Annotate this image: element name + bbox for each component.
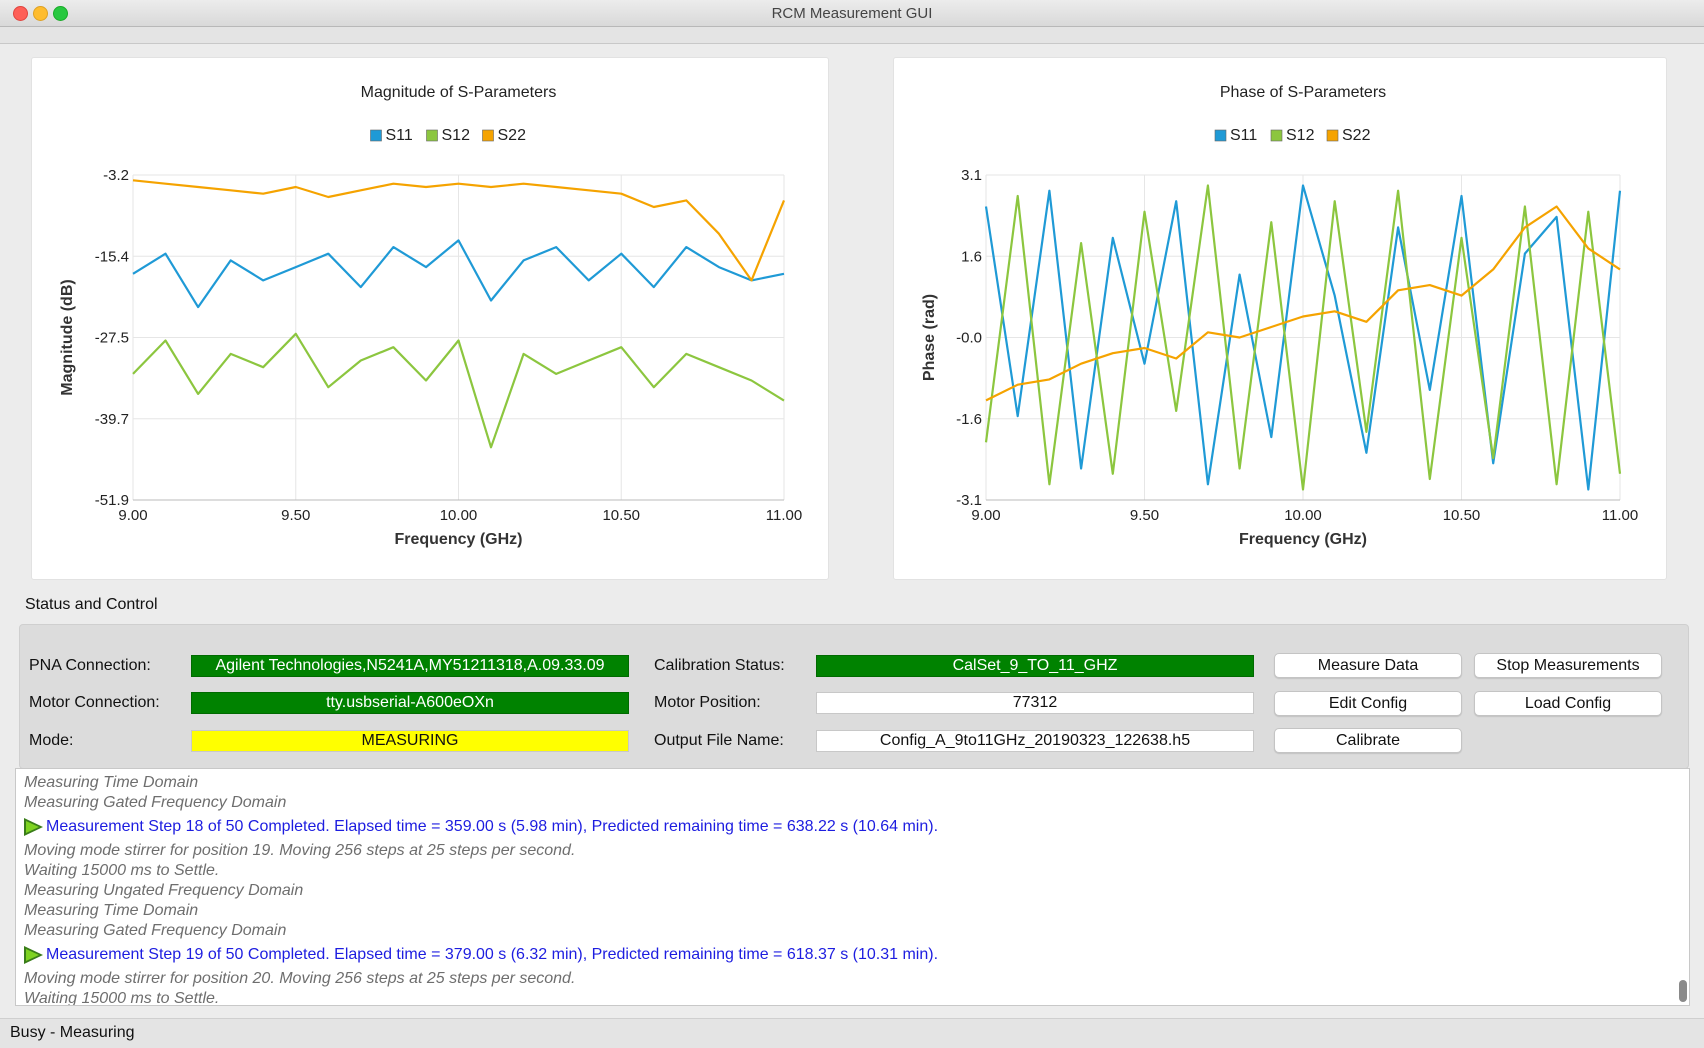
y-tick-label: -0.0 bbox=[956, 330, 982, 347]
motor-position-value: 77312 bbox=[816, 692, 1254, 714]
legend-swatch-s22 bbox=[482, 129, 494, 142]
x-axis-label: Frequency (GHz) bbox=[394, 531, 522, 548]
load-config-button[interactable]: Load Config bbox=[1474, 691, 1662, 716]
y-tick-label: -3.2 bbox=[103, 167, 129, 184]
log-info-line: Measuring Time Domain bbox=[24, 902, 199, 919]
y-tick-label: -39.7 bbox=[95, 411, 129, 428]
legend-label-s11: S11 bbox=[386, 127, 413, 144]
step-complete-icon bbox=[24, 946, 43, 964]
output-file-label: Output File Name: bbox=[654, 732, 784, 749]
log-info-line: Waiting 15000 ms to Settle. bbox=[24, 990, 220, 1006]
magnitude-chart-panel: Magnitude of S-Parameters S11 S12 S22 -3.2 -1… bbox=[31, 57, 829, 580]
motor-connection-label: Motor Connection: bbox=[29, 694, 160, 711]
status-control-panel: PNA Connection: Agilent Technologies,N52… bbox=[19, 624, 1689, 769]
log-output[interactable]: Measuring Time Domain Measuring Gated Fre… bbox=[15, 768, 1690, 1006]
log-info-line: Measuring Gated Frequency Domain bbox=[24, 922, 287, 939]
stop-measurements-button[interactable]: Stop Measurements bbox=[1474, 653, 1662, 678]
status-bar: Busy - Measuring bbox=[0, 1018, 1704, 1048]
log-info-line: Measuring Ungated Frequency Domain bbox=[24, 882, 304, 899]
title-bar: RCM Measurement GUI bbox=[0, 0, 1704, 27]
x-tick-label: 11.00 bbox=[766, 507, 802, 524]
log-scrollbar-thumb[interactable] bbox=[1679, 980, 1687, 1002]
phase-chart-panel: Phase of S-Parameters S11 S12 S22 3.1 1.6 -0.0… bbox=[893, 57, 1667, 580]
y-tick-label: 3.1 bbox=[961, 167, 982, 184]
calibrate-button[interactable]: Calibrate bbox=[1274, 728, 1462, 753]
calibration-status-value: CalSet_9_TO_11_GHZ bbox=[816, 655, 1254, 677]
x-tick-label: 9.50 bbox=[281, 507, 310, 524]
x-axis-label: Frequency (GHz) bbox=[1239, 531, 1367, 548]
motor-connection-value: tty.usbserial-A600eOXn bbox=[191, 692, 629, 714]
legend-swatch-s12 bbox=[426, 129, 438, 142]
legend-swatch-s11 bbox=[1214, 129, 1227, 142]
x-tick-label: 9.50 bbox=[1130, 507, 1159, 524]
legend-label-s22: S22 bbox=[498, 127, 527, 144]
mode-label: Mode: bbox=[29, 732, 74, 749]
log-info-line: Waiting 15000 ms to Settle. bbox=[24, 862, 220, 879]
y-axis-label: Magnitude (dB) bbox=[59, 279, 76, 395]
log-info-line: Measuring Time Domain bbox=[24, 774, 199, 791]
step-complete-icon bbox=[24, 818, 43, 836]
legend-label-s22: S22 bbox=[1342, 127, 1371, 144]
edit-config-button[interactable]: Edit Config bbox=[1274, 691, 1462, 716]
y-tick-label: 1.6 bbox=[961, 248, 982, 265]
legend-swatch-s12 bbox=[1270, 129, 1283, 142]
chart-title: Magnitude of S-Parameters bbox=[361, 84, 557, 101]
x-tick-label: 10.00 bbox=[1284, 507, 1322, 524]
log-info-line: Measuring Gated Frequency Domain bbox=[24, 794, 287, 811]
chart-title: Phase of S-Parameters bbox=[1220, 84, 1386, 101]
log-step-line: Measurement Step 19 of 50 Completed. Ela… bbox=[46, 946, 939, 963]
status-bar-text: Busy - Measuring bbox=[10, 1024, 135, 1041]
legend-label-s12: S12 bbox=[1286, 127, 1315, 144]
magnitude-chart: Magnitude of S-Parameters S11 S12 S22 -3.2 -1… bbox=[59, 84, 802, 548]
window-title: RCM Measurement GUI bbox=[771, 5, 933, 22]
x-tick-label: 10.50 bbox=[1443, 507, 1481, 524]
legend-swatch-s22 bbox=[1326, 129, 1339, 142]
y-tick-label: -27.5 bbox=[95, 330, 129, 347]
x-tick-label: 10.00 bbox=[440, 507, 478, 524]
pna-connection-value: Agilent Technologies,N5241A,MY51211318,A… bbox=[191, 655, 629, 677]
x-tick-label: 10.50 bbox=[602, 507, 640, 524]
legend-label-s11: S11 bbox=[1230, 127, 1257, 144]
phase-chart: Phase of S-Parameters S11 S12 S22 3.1 1.6 -0.0… bbox=[921, 84, 1638, 548]
measure-data-button[interactable]: Measure Data bbox=[1274, 653, 1462, 678]
x-tick-label: 11.00 bbox=[1602, 507, 1638, 524]
legend-swatch-s11 bbox=[370, 129, 382, 142]
y-tick-label: -15.4 bbox=[95, 248, 129, 265]
motor-position-label: Motor Position: bbox=[654, 694, 761, 711]
log-info-line: Moving mode stirrer for position 19. Mov… bbox=[24, 842, 576, 859]
x-tick-label: 9.00 bbox=[971, 507, 1000, 524]
calibration-status-label: Calibration Status: bbox=[654, 657, 785, 674]
log-step-line: Measurement Step 18 of 50 Completed. Ela… bbox=[46, 818, 939, 835]
y-tick-label: -1.6 bbox=[956, 411, 982, 428]
log-info-line: Moving mode stirrer for position 20. Mov… bbox=[24, 970, 576, 987]
status-control-heading: Status and Control bbox=[25, 596, 158, 613]
mode-value: MEASURING bbox=[191, 730, 629, 752]
y-axis-label: Phase (rad) bbox=[921, 294, 938, 381]
output-file-value: Config_A_9to11GHz_20190323_122638.h5 bbox=[816, 730, 1254, 752]
pna-connection-label: PNA Connection: bbox=[29, 657, 151, 674]
toolbar bbox=[0, 27, 1704, 44]
x-tick-label: 9.00 bbox=[118, 507, 147, 524]
legend-label-s12: S12 bbox=[442, 127, 471, 144]
